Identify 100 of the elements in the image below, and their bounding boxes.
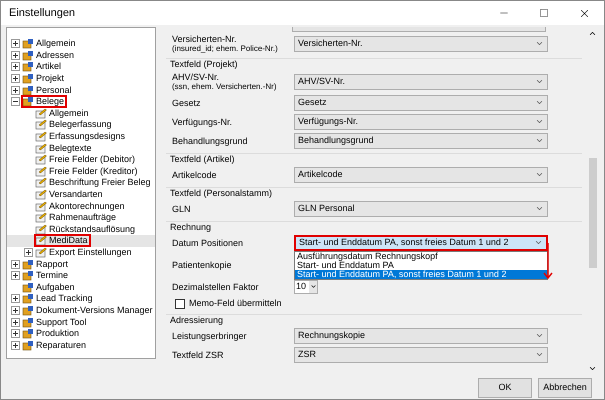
maximize-icon [539,8,549,18]
field-label: Dezimalstellen Faktor [172,282,260,292]
chevron-down-icon [535,117,544,126]
field-label: Behandlungsgrund [172,136,249,146]
dropdown[interactable]: Versicherten-Nr. [294,36,548,52]
dialog-button[interactable]: OK [478,378,532,398]
dropdown[interactable]: Behandlungsgrund [294,132,548,148]
dropdown-option[interactable]: Start- und Enddatum PA [295,260,547,270]
collapse-icon[interactable] [11,97,20,106]
tree-item[interactable]: Allgemein [36,38,76,50]
tree-item[interactable]: Belegtexte [49,142,92,154]
module-icon [22,84,34,96]
spinner-value: 10 [296,280,308,293]
tree-item[interactable]: Rückstandsauflösung [49,224,136,235]
module-icon [22,340,34,351]
expand-icon[interactable] [11,294,20,304]
dropdown[interactable]: Verfügungs-Nr. [294,114,548,130]
chevron-down-icon [535,39,544,48]
tree-item[interactable]: Termine [36,270,68,282]
tree-item[interactable]: Rapport [36,258,68,270]
tree-item[interactable]: Beschriftung Freier Beleg [49,177,151,188]
scroll-thumb[interactable] [588,158,596,268]
tree-item[interactable]: Belege [36,96,64,108]
group-title: Rechnung [170,222,212,233]
number-spinner[interactable]: 10 [294,280,318,294]
field-label: Patientenkopie [172,260,233,270]
tree-item[interactable]: Projekt [36,73,64,84]
tree-item[interactable]: Freie Felder (Debitor) [49,154,136,166]
settings-page-icon [35,212,47,224]
settings-page-icon [35,177,47,188]
expand-icon[interactable] [11,62,20,72]
expand-icon[interactable] [11,329,20,338]
tree-item[interactable]: Adressen [36,50,74,61]
settings-page-icon [35,200,47,212]
field-sublabel: (insured_id; ehem. Police-Nr.) [172,44,279,54]
field-label: Datum Positionen [172,238,244,248]
expand-icon[interactable] [11,260,20,269]
module-icon [22,282,34,293]
dropdown[interactable]: GLN Personal [294,200,548,216]
tree-item[interactable]: Erfassungsdesigns [49,131,126,142]
scroll-down-icon[interactable] [588,364,597,373]
dropdown[interactable]: Start- und Enddatum PA, sonst freies Datum 1 und 2 [294,234,548,250]
chevron-down-icon [535,170,544,179]
tree-item[interactable]: Belegerfassung [49,119,112,130]
scroll-up-icon[interactable] [588,29,597,38]
spin-down-icon[interactable] [310,283,316,290]
expand-icon[interactable] [11,86,20,95]
tree-item[interactable]: Artikel [36,61,62,72]
tree-item[interactable]: Export Einstellungen [49,246,132,258]
dropdown[interactable]: Rechnungskopie [294,328,548,344]
expand-icon[interactable] [11,74,20,84]
tree-item[interactable]: Personal [36,84,72,96]
field-label: Verfügungs-Nr. [172,116,234,126]
module-icon [22,96,34,108]
field-label: AHV/SV-Nr. [172,72,220,82]
field-label: GLN [172,204,192,214]
dropdown-option[interactable]: Start- und Enddatum PA, sonst freies Datum 1 und 2 [295,270,547,278]
dialog-button[interactable]: Abbrechen [538,378,592,398]
chevron-down-icon [535,331,544,340]
dropdown[interactable]: Artikelcode [294,166,548,182]
expand-icon[interactable] [11,50,20,60]
module-icon [22,38,34,50]
tree-item[interactable]: Rahmenaufträge [49,212,116,224]
settings-page-icon [35,189,47,200]
module-icon [22,304,34,316]
expand-icon[interactable] [11,39,20,48]
expand-icon[interactable] [11,306,20,315]
dropdown[interactable]: AHV/SV-Nr. [294,74,548,90]
settings-page-icon [35,108,47,119]
tree-item[interactable]: Aufgaben [36,282,75,293]
tree-item[interactable]: Reparaturen [36,340,86,351]
dropdown[interactable]: ZSR [294,346,548,362]
chevron-down-icon [535,204,544,213]
dropdown-option[interactable]: Ausführungsdatum Rechnungskopf [295,252,547,260]
tree-item[interactable]: Lead Tracking [36,293,93,304]
field-label: Leistungserbringer [172,330,248,340]
group-title: Textfeld (Projekt) [170,59,239,70]
tree-item[interactable]: Dokument-Versions Manager [36,304,153,316]
expand-icon[interactable] [24,248,33,257]
field-sublabel: (ssn, ehem. Versicherten.-Nr) [172,82,278,92]
expand-icon[interactable] [11,340,20,350]
tree-item[interactable]: Produktion [36,328,80,340]
tree-item[interactable]: Akontorechnungen [49,200,125,212]
expand-icon[interactable] [11,318,20,327]
module-icon [22,61,34,72]
checkbox[interactable] [175,298,185,308]
expand-icon[interactable] [11,271,20,280]
group-title: Textfeld (Artikel) [170,154,236,165]
settings-page-icon [35,224,47,235]
chevron-down-icon [535,98,544,107]
tree-item[interactable]: Versandarten [49,189,103,200]
module-icon [22,270,34,282]
tree-item[interactable]: Allgemein [49,108,89,119]
module-icon [22,258,34,270]
module-icon [22,316,34,328]
field-label: Versicherten-Nr. [172,34,238,44]
dropdown[interactable]: Gesetz [294,94,548,110]
tree-item[interactable]: Freie Felder (Kreditor) [49,166,138,177]
group-title: Textfeld (Personalstamm) [170,188,274,199]
tree-item[interactable]: Support Tool [36,316,86,328]
